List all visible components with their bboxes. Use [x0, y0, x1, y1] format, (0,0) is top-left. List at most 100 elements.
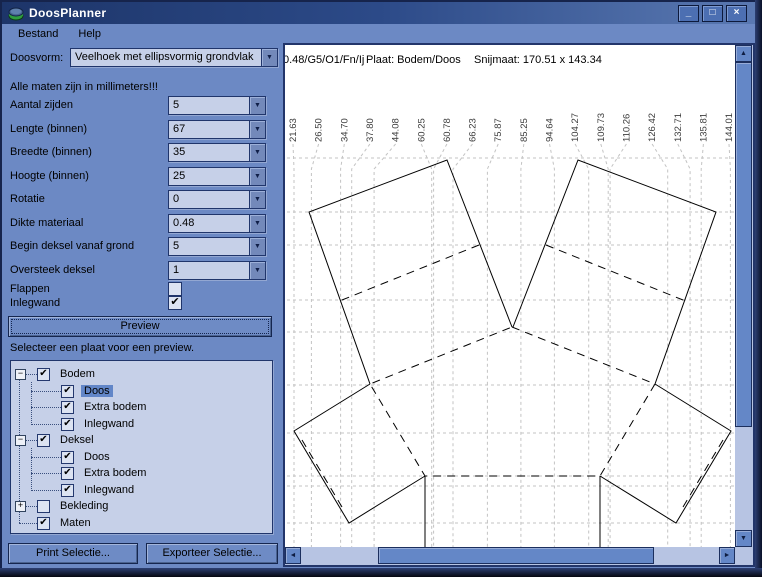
- tree-item-maten[interactable]: ✔ Maten: [11, 515, 272, 531]
- tree-checkbox[interactable]: ✔: [37, 434, 50, 447]
- print-selection-button[interactable]: Print Selectie...: [8, 543, 138, 564]
- field-select-rotatie[interactable]: 0▼: [168, 190, 266, 209]
- measure-leader: [610, 144, 626, 547]
- vertical-scroll-thumb[interactable]: [735, 62, 752, 427]
- chevron-down-icon[interactable]: ▼: [249, 97, 265, 114]
- doosvorm-select[interactable]: Veelhoek met ellipsvormig grondvlak ▼: [70, 48, 278, 67]
- scroll-up-icon[interactable]: ▲: [735, 45, 752, 62]
- field-label: Lengte (binnen): [10, 123, 87, 135]
- tree-item-deksel[interactable]: −✔ Deksel: [11, 432, 272, 448]
- measure-leader: [575, 144, 589, 547]
- tree-item-label[interactable]: Extra bodem: [81, 401, 149, 413]
- chevron-down-icon[interactable]: ▼: [249, 191, 265, 208]
- tree-item-label[interactable]: Doos: [81, 385, 113, 397]
- inlegwand-checkbox[interactable]: ✔: [168, 296, 182, 310]
- collapse-icon[interactable]: −: [15, 369, 26, 380]
- tree-item-inlegwand[interactable]: ✔ Inlegwand: [11, 416, 272, 432]
- tree-checkbox[interactable]: ✔: [37, 368, 50, 381]
- field-label: Breedte (binnen): [10, 146, 92, 158]
- horizontal-scrollbar[interactable]: ◄ ►: [285, 547, 735, 565]
- tree-connector: [31, 457, 61, 458]
- horizontal-scroll-thumb[interactable]: [378, 547, 654, 564]
- minimize-button[interactable]: _: [678, 5, 699, 22]
- chevron-down-icon[interactable]: ▼: [261, 49, 277, 66]
- tree-item-label[interactable]: Inlegwand: [81, 484, 137, 496]
- scroll-right-icon[interactable]: ►: [719, 547, 735, 564]
- measure-label: 85.25: [519, 118, 530, 142]
- chevron-down-icon[interactable]: ▼: [249, 238, 265, 255]
- tree-item-bekleding[interactable]: + Bekleding: [11, 498, 272, 514]
- field-select-oversteek-deksel[interactable]: 1▼: [168, 261, 266, 280]
- field-value: 35: [169, 144, 249, 161]
- form-row: Aantal zijden 5▼: [0, 96, 283, 115]
- chevron-down-icon[interactable]: ▼: [249, 215, 265, 232]
- tree-item-label[interactable]: Maten: [57, 517, 94, 529]
- window-border-right: [755, 0, 762, 577]
- tree-item-label[interactable]: Bekleding: [57, 500, 111, 512]
- field-select-begin-deksel-vanaf-grond[interactable]: 5▼: [168, 237, 266, 256]
- expand-icon[interactable]: +: [15, 501, 26, 512]
- tree-item-extra-bodem[interactable]: ✔ Extra bodem: [11, 399, 272, 415]
- scroll-down-icon[interactable]: ▼: [735, 530, 752, 547]
- tree-connector: [31, 490, 61, 491]
- tree-connector: [31, 424, 61, 425]
- tree-item-label[interactable]: Deksel: [57, 434, 97, 446]
- tree-item-label[interactable]: Inlegwand: [81, 418, 137, 430]
- tree-item-doos[interactable]: ✔ Doos: [11, 383, 272, 399]
- menu-bar: Bestand Help: [2, 26, 109, 43]
- flappen-checkbox[interactable]: [168, 282, 182, 296]
- tree-checkbox[interactable]: ✔: [61, 484, 74, 497]
- tree-item-doos[interactable]: ✔ Doos: [11, 449, 272, 465]
- tree-checkbox[interactable]: ✔: [61, 418, 74, 431]
- cut-line: [294, 384, 425, 523]
- chevron-down-icon[interactable]: ▼: [249, 144, 265, 161]
- units-note: Alle maten zijn in millimeters!!!: [10, 81, 158, 93]
- measure-label: 104.27: [570, 113, 581, 142]
- menu-bestand[interactable]: Bestand: [10, 26, 66, 43]
- field-label: Aantal zijden: [10, 99, 73, 111]
- form-row: Hoogte (binnen) 25▼: [0, 167, 283, 186]
- scroll-left-icon[interactable]: ◄: [285, 547, 301, 564]
- vertical-scrollbar[interactable]: ▲ ▼: [735, 45, 753, 547]
- chevron-down-icon[interactable]: ▼: [249, 168, 265, 185]
- field-label: Hoogte (binnen): [10, 170, 89, 182]
- tree-checkbox[interactable]: ✔: [61, 401, 74, 414]
- chevron-down-icon[interactable]: ▼: [249, 262, 265, 279]
- field-select-aantal-zijden[interactable]: 5▼: [168, 96, 266, 115]
- export-selection-button[interactable]: Exporteer Selectie...: [146, 543, 278, 564]
- field-label: Rotatie: [10, 193, 45, 205]
- tree-checkbox[interactable]: ✔: [61, 451, 74, 464]
- measure-label: 135.81: [698, 113, 709, 142]
- tree-item-inlegwand[interactable]: ✔ Inlegwand: [11, 482, 272, 498]
- tree-checkbox[interactable]: [37, 500, 50, 513]
- field-select-lengte-binnen-[interactable]: 67▼: [168, 120, 266, 139]
- menu-help[interactable]: Help: [70, 26, 109, 43]
- field-select-hoogte-binnen-[interactable]: 25▼: [168, 167, 266, 186]
- chevron-down-icon[interactable]: ▼: [249, 121, 265, 138]
- tree-checkbox[interactable]: ✔: [61, 385, 74, 398]
- form-row: Rotatie 0▼: [0, 190, 283, 209]
- measure-leader: [678, 144, 690, 547]
- close-button[interactable]: ×: [726, 5, 747, 22]
- measure-leader: [341, 144, 345, 547]
- doosvorm-value: Veelhoek met ellipsvormig grondvlak: [71, 49, 261, 66]
- tree-caption: Selecteer een plaat voor een preview.: [10, 342, 194, 354]
- tree-checkbox[interactable]: ✔: [37, 517, 50, 530]
- maximize-button[interactable]: □: [702, 5, 723, 22]
- field-select-breedte-binnen-[interactable]: 35▼: [168, 143, 266, 162]
- app-box-icon: [8, 5, 24, 21]
- tree-item-bodem[interactable]: −✔ Bodem: [11, 366, 272, 382]
- tree-item-label[interactable]: Extra bodem: [81, 467, 149, 479]
- form-row: Oversteek deksel1▼: [0, 261, 283, 280]
- collapse-icon[interactable]: −: [15, 435, 26, 446]
- export-selection-label: Exporteer Selectie...: [147, 547, 277, 559]
- tree-item-label[interactable]: Doos: [81, 451, 113, 463]
- tree-item-label[interactable]: Bodem: [57, 368, 98, 380]
- tree-connector: [19, 523, 37, 524]
- field-select-dikte-materiaal[interactable]: 0.48▼: [168, 214, 266, 233]
- title-bar[interactable]: DoosPlanner _ □ ×: [2, 2, 755, 24]
- preview-button[interactable]: Preview: [8, 316, 272, 337]
- tree-item-extra-bodem[interactable]: ✔ Extra bodem: [11, 465, 272, 481]
- field-value: 67: [169, 121, 249, 138]
- tree-checkbox[interactable]: ✔: [61, 467, 74, 480]
